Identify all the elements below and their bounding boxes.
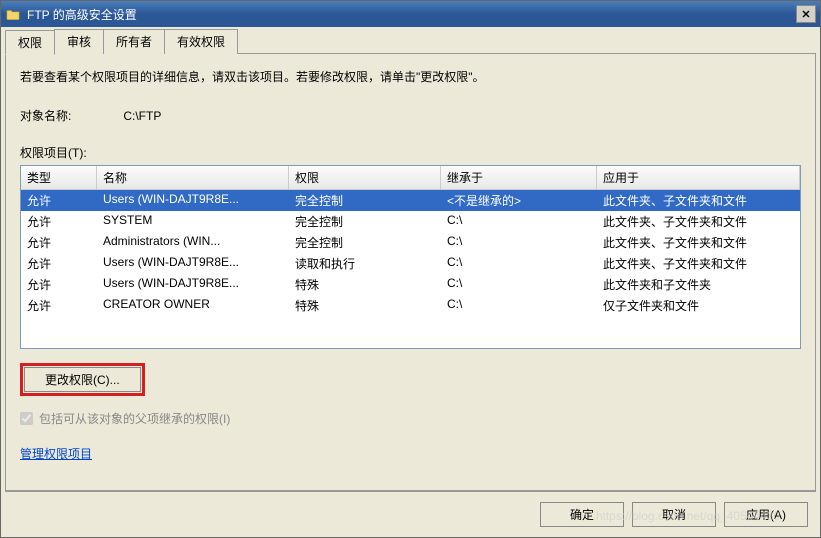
- tab-audit[interactable]: 审核: [54, 29, 104, 54]
- window-title: FTP 的高级安全设置: [27, 6, 796, 23]
- table-row[interactable]: 允许Users (WIN-DAJT9R8E...特殊C:\此文件夹和子文件夹: [21, 274, 800, 295]
- cell-name: Administrators (WIN...: [97, 232, 289, 253]
- folder-icon: [5, 6, 21, 22]
- cell-inh: C:\: [441, 274, 597, 295]
- cell-name: CREATOR OWNER: [97, 295, 289, 316]
- cell-type: 允许: [21, 253, 97, 274]
- object-label: 对象名称:: [20, 107, 120, 124]
- manage-permissions-link[interactable]: 管理权限项目: [20, 447, 92, 461]
- titlebar: FTP 的高级安全设置 ✕: [1, 1, 820, 27]
- permission-list[interactable]: 类型 名称 权限 继承于 应用于 允许Users (WIN-DAJT9R8E..…: [20, 165, 801, 349]
- col-apply[interactable]: 应用于: [597, 166, 800, 189]
- tab-strip: 权限 审核 所有者 有效权限: [5, 29, 816, 54]
- tab-panel: 若要查看某个权限项目的详细信息，请双击该项目。若要修改权限，请单击"更改权限"。…: [5, 53, 816, 491]
- cell-perm: 完全控制: [289, 232, 441, 253]
- cell-inh: <不是继承的>: [441, 190, 597, 211]
- cell-type: 允许: [21, 274, 97, 295]
- cell-type: 允许: [21, 232, 97, 253]
- change-permissions-button[interactable]: 更改权限(C)...: [24, 367, 141, 392]
- ok-button[interactable]: 确定: [540, 502, 624, 527]
- cell-type: 允许: [21, 190, 97, 211]
- cell-inh: C:\: [441, 295, 597, 316]
- cell-type: 允许: [21, 211, 97, 232]
- cell-perm: 读取和执行: [289, 253, 441, 274]
- cell-perm: 完全控制: [289, 211, 441, 232]
- inherit-row: 包括可从该对象的父项继承的权限(I): [20, 410, 801, 427]
- col-perm[interactable]: 权限: [289, 166, 441, 189]
- cell-apply: 此文件夹、子文件夹和文件: [597, 190, 800, 211]
- tab-effective[interactable]: 有效权限: [164, 29, 238, 54]
- object-value: C:\FTP: [123, 109, 161, 123]
- cell-type: 允许: [21, 295, 97, 316]
- col-type[interactable]: 类型: [21, 166, 97, 189]
- tab-permissions[interactable]: 权限: [5, 30, 55, 55]
- inherit-checkbox: [20, 412, 33, 425]
- dialog-footer: 确定 取消 应用(A): [5, 491, 816, 533]
- table-row[interactable]: 允许Administrators (WIN...完全控制C:\此文件夹、子文件夹…: [21, 232, 800, 253]
- cell-apply: 此文件夹和子文件夹: [597, 274, 800, 295]
- tab-owner[interactable]: 所有者: [103, 29, 165, 54]
- table-row[interactable]: 允许Users (WIN-DAJT9R8E...读取和执行C:\此文件夹、子文件…: [21, 253, 800, 274]
- table-row[interactable]: 允许SYSTEM完全控制C:\此文件夹、子文件夹和文件: [21, 211, 800, 232]
- cell-inh: C:\: [441, 253, 597, 274]
- list-header: 类型 名称 权限 继承于 应用于: [21, 166, 800, 190]
- cell-perm: 特殊: [289, 274, 441, 295]
- instruction-text: 若要查看某个权限项目的详细信息，请双击该项目。若要修改权限，请单击"更改权限"。: [20, 68, 801, 85]
- cancel-button[interactable]: 取消: [632, 502, 716, 527]
- close-button[interactable]: ✕: [796, 5, 816, 23]
- object-row: 对象名称: C:\FTP: [20, 107, 801, 124]
- cell-apply: 此文件夹、子文件夹和文件: [597, 232, 800, 253]
- cell-inh: C:\: [441, 232, 597, 253]
- cell-apply: 仅子文件夹和文件: [597, 295, 800, 316]
- cell-name: Users (WIN-DAJT9R8E...: [97, 274, 289, 295]
- cell-perm: 特殊: [289, 295, 441, 316]
- cell-inh: C:\: [441, 211, 597, 232]
- table-row[interactable]: 允许CREATOR OWNER特殊C:\仅子文件夹和文件: [21, 295, 800, 316]
- col-name[interactable]: 名称: [97, 166, 289, 189]
- cell-perm: 完全控制: [289, 190, 441, 211]
- cell-name: SYSTEM: [97, 211, 289, 232]
- cell-name: Users (WIN-DAJT9R8E...: [97, 190, 289, 211]
- col-inh[interactable]: 继承于: [441, 166, 597, 189]
- cell-apply: 此文件夹、子文件夹和文件: [597, 253, 800, 274]
- cell-name: Users (WIN-DAJT9R8E...: [97, 253, 289, 274]
- perms-label: 权限项目(T):: [20, 144, 801, 161]
- highlight-box: 更改权限(C)...: [20, 363, 145, 396]
- apply-button[interactable]: 应用(A): [724, 502, 808, 527]
- cell-apply: 此文件夹、子文件夹和文件: [597, 211, 800, 232]
- inherit-label: 包括可从该对象的父项继承的权限(I): [39, 410, 230, 427]
- table-row[interactable]: 允许Users (WIN-DAJT9R8E...完全控制<不是继承的>此文件夹、…: [21, 190, 800, 211]
